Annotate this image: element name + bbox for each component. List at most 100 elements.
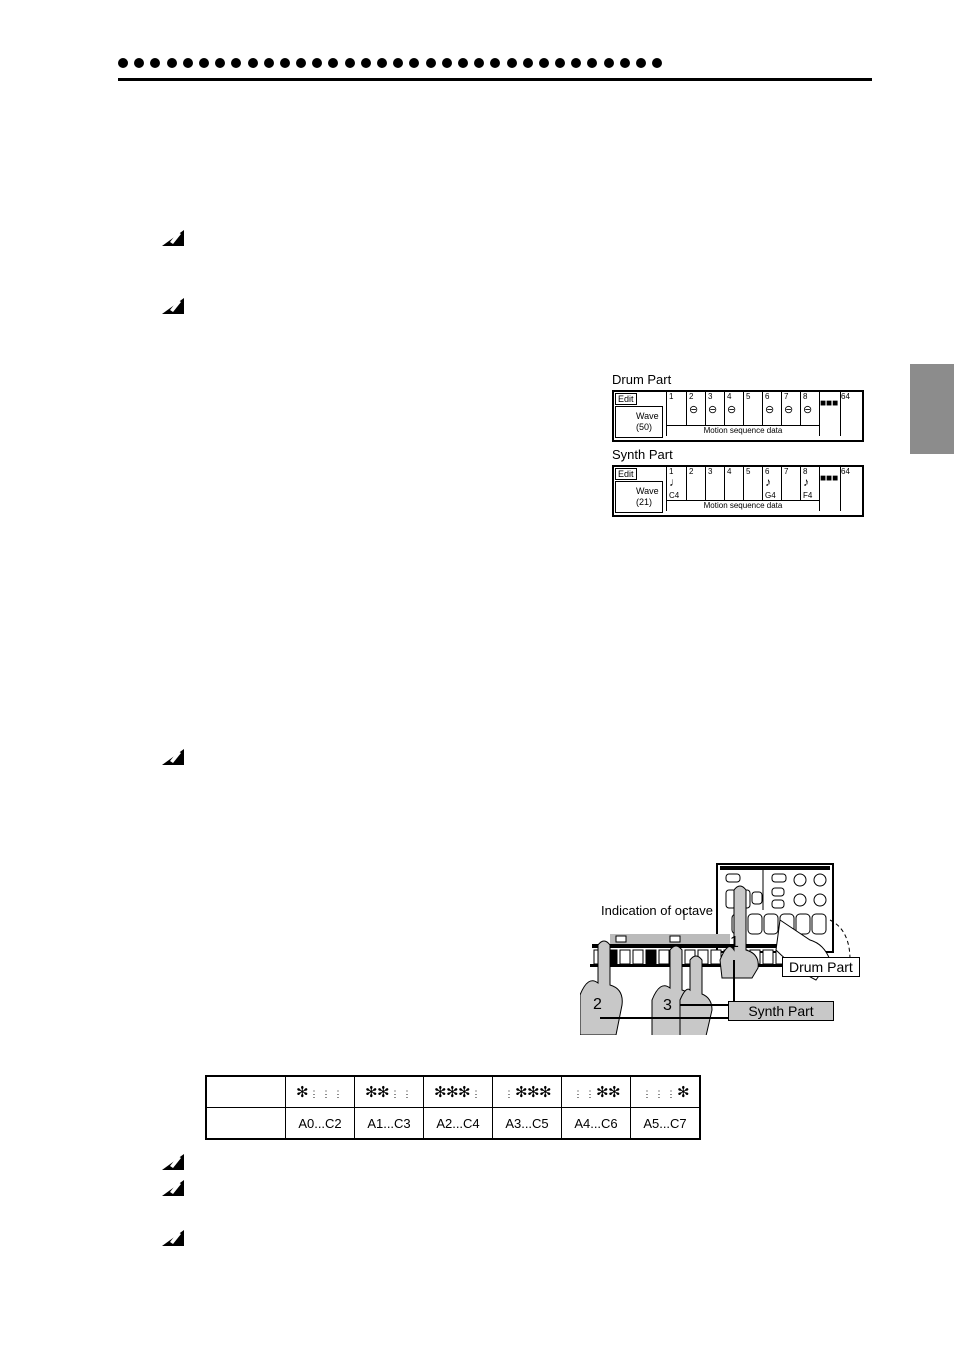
- header-dot: [247, 58, 258, 68]
- header-dot: [231, 58, 242, 68]
- drum-part-callout: Drum Part: [782, 957, 860, 977]
- wave-label: Wave: [636, 486, 659, 496]
- step-number: 4: [727, 467, 732, 476]
- step-number: 5: [746, 467, 751, 476]
- header-dot: [652, 58, 663, 68]
- step-key: [710, 949, 722, 965]
- note-value: G4: [765, 491, 776, 500]
- header-dot: [182, 58, 193, 68]
- wave-number: (50): [636, 422, 653, 432]
- chapter-tab: [910, 364, 954, 454]
- header-dot: [198, 58, 209, 68]
- synth-part-callout: Synth Part: [728, 1001, 834, 1021]
- step-number: 64: [841, 467, 850, 476]
- step-grid: 1 2 ⊖ 3 ⊖ 4 ⊖ 5 6 ⊖ 7 ⊖ 8 ⊖ Motion sequence data: [666, 392, 820, 436]
- header-dot: [587, 58, 598, 68]
- header-dot: [263, 58, 274, 68]
- step-marker-2: 2: [593, 996, 602, 1013]
- octave-range: A5...C7: [630, 1107, 701, 1140]
- octave-range: A3...C5: [492, 1107, 562, 1140]
- motion-sequence-label: Motion sequence data: [667, 500, 819, 511]
- ellipsis-icon: ■■■: [820, 473, 839, 484]
- wave-number: (21): [636, 497, 653, 507]
- step-grid: 1 ♩ C4 2 3 4 5 6 ♪ G4 7 8 ♪ F4 Motion sequence data: [666, 467, 820, 511]
- step-number: 3: [708, 392, 713, 401]
- header-dot: [506, 58, 517, 68]
- header-dot: [166, 58, 177, 68]
- step-key: [762, 949, 774, 965]
- wave-label: Wave: [636, 411, 659, 421]
- header-dot: [457, 58, 468, 68]
- header-dot: [344, 58, 355, 68]
- header-dot: [555, 58, 566, 68]
- step-number: 8: [803, 392, 808, 401]
- drum-icon: ⊖: [708, 404, 718, 416]
- octave-range: A2...C4: [423, 1107, 493, 1140]
- step-number: 4: [727, 392, 732, 401]
- last-step-cell: 64: [840, 392, 861, 436]
- wave-box: Wave (21): [615, 481, 663, 513]
- octave-led-pattern: ✻⋮ ⋮ ⋮: [285, 1075, 355, 1108]
- step-marker-1: 1: [730, 934, 739, 951]
- step-key: [619, 949, 631, 965]
- synth-sequence-box: Edit Wave (21) 1 ♩ C4 2 3 4 5 6 ♪ G4 7 8 ♪ F4 Motion sequ…: [612, 465, 864, 517]
- motion-sequence-label: Motion sequence data: [667, 425, 819, 436]
- header-dot: [490, 58, 501, 68]
- note-pencil-icon: [160, 228, 186, 248]
- header-dots: [118, 58, 663, 68]
- music-note-icon: ♪: [803, 475, 809, 489]
- step-number: 6: [765, 392, 770, 401]
- music-note-icon: ♩: [669, 475, 681, 489]
- note-pencil-icon: [160, 747, 186, 767]
- header-dot: [328, 58, 339, 68]
- drum-part-title: Drum Part: [612, 372, 672, 387]
- header-dot: [603, 58, 614, 68]
- synth-part-title: Synth Part: [612, 447, 673, 462]
- note-pencil-icon: [160, 1178, 186, 1198]
- octave-led-pattern: ⋮ ⋮ ⋮ ✻: [630, 1075, 701, 1108]
- step-key: [645, 949, 657, 965]
- octave-led-pattern: ✻✻⋮ ⋮: [354, 1075, 424, 1108]
- header-dot: [474, 58, 485, 68]
- music-note-icon: ♪: [765, 475, 771, 489]
- ellipsis-icon: ■■■: [820, 398, 839, 409]
- step-number: 1: [669, 392, 674, 401]
- step-number: 7: [784, 467, 789, 476]
- octave-range: A4...C6: [561, 1107, 631, 1140]
- step-key: [658, 949, 670, 965]
- wave-box: Wave (50): [615, 406, 663, 438]
- header-dot: [441, 58, 452, 68]
- header-dot: [409, 58, 420, 68]
- step-number: 7: [784, 392, 789, 401]
- note-value: F4: [803, 491, 813, 500]
- octave-table: ✻⋮ ⋮ ⋮ ✻✻⋮ ⋮ ✻✻✻⋮ ⋮ ✻✻✻ ⋮ ⋮ ✻✻ ⋮ ⋮ ⋮ ✻ A0...C2 A1...C3 A…: [205, 1075, 701, 1140]
- header-dot: [538, 58, 549, 68]
- header-dot: [118, 58, 128, 68]
- edit-tab: Edit: [615, 468, 637, 480]
- header-dot: [296, 58, 307, 68]
- drum-icon: ⊖: [803, 404, 813, 416]
- step-number: 5: [746, 392, 751, 401]
- header-dot: [636, 58, 646, 68]
- header-dot: [215, 58, 226, 68]
- octave-indication-label: Indication of octave: [601, 903, 714, 918]
- octave-range: A1...C3: [354, 1107, 424, 1140]
- octave-led-pattern: ✻✻✻⋮: [423, 1075, 493, 1108]
- drum-icon: ⊖: [765, 404, 775, 416]
- step-number: 2: [689, 392, 694, 401]
- drum-sequence-box: Edit Wave (50) 1 2 ⊖ 3 ⊖ 4 ⊖ 5 6 ⊖ 7 ⊖ 8 ⊖ Motion sequenc…: [612, 390, 864, 442]
- header-dot: [425, 58, 436, 68]
- octave-led-pattern: ⋮ ✻✻✻: [492, 1075, 562, 1108]
- header-dot: [360, 58, 371, 68]
- header-rule: [118, 78, 872, 81]
- step-key: [632, 949, 644, 965]
- header-dot: [312, 58, 323, 68]
- header-dot: [134, 58, 145, 68]
- table-blank-cell: [205, 1075, 286, 1108]
- drum-icon: ⊖: [689, 404, 699, 416]
- step-number: 3: [708, 467, 713, 476]
- header-dot: [619, 58, 630, 68]
- header-dot: [279, 58, 290, 68]
- header-dot: [522, 58, 533, 68]
- note-pencil-icon: [160, 1228, 186, 1248]
